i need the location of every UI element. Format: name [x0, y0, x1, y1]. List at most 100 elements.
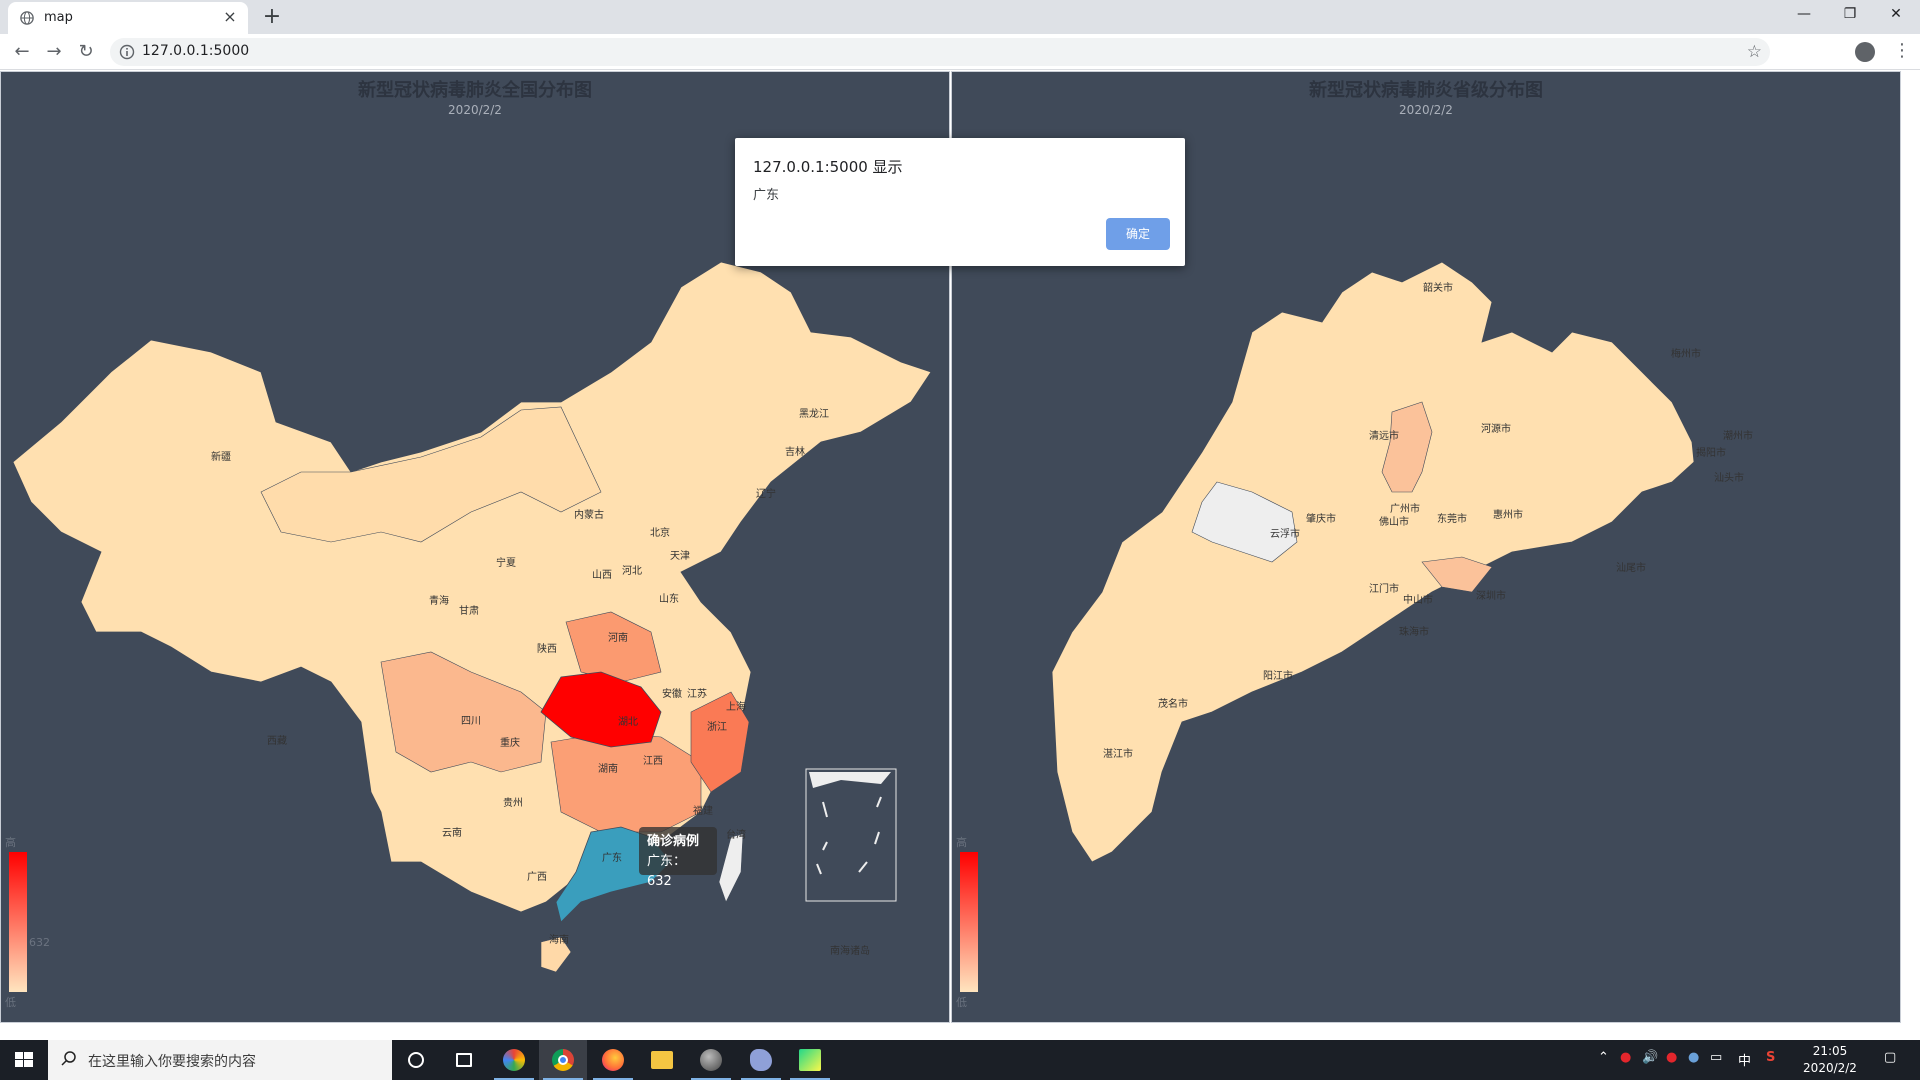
city-label: 梅州市	[1671, 347, 1701, 360]
firefox-icon[interactable]	[589, 1040, 637, 1080]
map-tooltip: 确诊病例 广东：632	[639, 827, 717, 889]
province-label: 甘肃	[459, 604, 479, 617]
province-label: 宁夏	[496, 556, 516, 569]
restore-button[interactable]: ❐	[1827, 0, 1873, 30]
city-label: 东莞市	[1437, 512, 1467, 525]
tab-close-icon[interactable]: ×	[220, 7, 240, 27]
inset-island	[822, 841, 828, 851]
tooltip-title: 确诊病例	[647, 834, 700, 849]
legend-high-label: 高	[5, 836, 16, 849]
tray-sogou-icon[interactable]: S	[1766, 1050, 1775, 1065]
map-region-base	[12, 261, 932, 913]
minimize-button[interactable]: —	[1781, 0, 1827, 30]
province-label: 贵州	[503, 796, 523, 809]
province-label: 陕西	[537, 642, 557, 655]
tray-netease-icon[interactable]: ●	[1620, 1050, 1631, 1065]
city-label: 中山市	[1403, 593, 1433, 606]
browser-tab[interactable]: map ×	[8, 2, 248, 34]
south-china-sea-inset	[805, 768, 897, 902]
city-label: 韶关市	[1423, 281, 1453, 294]
dialog-title: 127.0.0.1:5000 显示	[753, 158, 903, 176]
visual-map-legend[interactable]: 高 低 632	[3, 832, 50, 1012]
notification-icon[interactable]: ▢	[1884, 1050, 1896, 1065]
province-label: 南海诸岛	[830, 944, 870, 957]
city-label: 汕尾市	[1616, 561, 1646, 574]
app-sphere-icon[interactable]	[687, 1040, 735, 1080]
globe-icon	[20, 11, 34, 25]
tray-steam-icon[interactable]: ●	[1688, 1050, 1699, 1065]
province-label: 山西	[592, 569, 612, 581]
profile-avatar-icon[interactable]	[1855, 42, 1875, 62]
city-label: 肇庆市	[1306, 512, 1336, 525]
map-region-taiwan	[718, 833, 744, 903]
inset-island	[816, 863, 822, 875]
city-label: 惠州市	[1493, 508, 1523, 521]
app-pinwheel-icon[interactable]	[490, 1040, 538, 1080]
province-label: 山东	[659, 592, 679, 605]
tab-title: map	[44, 10, 73, 25]
search-icon	[61, 1051, 76, 1066]
city-label: 广州市	[1390, 502, 1420, 515]
browser-menu-icon[interactable]: ⋮	[1893, 40, 1911, 61]
back-button[interactable]: ←	[8, 38, 36, 66]
inset-coast	[809, 772, 891, 788]
windows-start-icon[interactable]	[0, 1040, 48, 1080]
tray-qq-icon[interactable]: ●	[1666, 1050, 1677, 1065]
address-bar[interactable]: 127.0.0.1:5000 ☆	[110, 38, 1770, 66]
task-view-icon[interactable]	[440, 1040, 488, 1080]
legend-high-label: 高	[956, 836, 967, 849]
inset-island	[822, 801, 828, 818]
alert-dialog: 127.0.0.1:5000 显示 广东 确定	[735, 138, 1185, 266]
info-icon[interactable]	[119, 44, 135, 60]
province-map-date: 2020/2/2	[1399, 103, 1453, 117]
province-label: 江西	[643, 755, 663, 767]
inset-island	[858, 861, 868, 873]
tray-expand-icon[interactable]: ⌃	[1598, 1050, 1609, 1065]
legend-low-label: 低	[956, 996, 967, 1009]
province-label: 浙江	[707, 721, 727, 733]
city-label: 江门市	[1369, 582, 1399, 595]
new-tab-button[interactable]: +	[258, 4, 286, 32]
city-label: 汕头市	[1714, 471, 1744, 484]
file-explorer-icon[interactable]	[638, 1040, 686, 1080]
province-label: 云南	[442, 826, 462, 839]
close-window-button[interactable]: ✕	[1873, 0, 1919, 30]
province-visual-map-legend[interactable]: 高 低	[954, 832, 984, 1012]
province-label: 江苏	[687, 687, 707, 700]
taskbar-clock[interactable]: 21:05 2020/2/2	[1787, 1043, 1873, 1077]
tray-volume-icon[interactable]: 🔊	[1642, 1050, 1658, 1065]
legend-gradient-bar[interactable]	[9, 852, 27, 992]
tray-ime-icon[interactable]: 中	[1738, 1050, 1751, 1069]
chrome-taskbar-icon[interactable]	[539, 1040, 587, 1080]
province-label: 内蒙古	[574, 508, 604, 521]
province-label: 台湾	[726, 828, 746, 841]
dialog-message: 广东	[753, 188, 780, 203]
inset-island	[876, 796, 882, 808]
tray-network-icon[interactable]: ▭	[1710, 1050, 1722, 1065]
city-label: 潮州市	[1723, 429, 1753, 442]
map-region-guangdong-base	[1051, 261, 1695, 863]
bookmark-star-icon[interactable]: ☆	[1747, 42, 1762, 62]
city-label: 茂名市	[1158, 697, 1188, 710]
tab-strip: map × + — ❐ ✕	[0, 0, 1920, 34]
province-label: 吉林	[785, 445, 805, 458]
inset-island	[874, 831, 880, 845]
province-label: 北京	[650, 526, 670, 539]
city-label: 湛江市	[1103, 747, 1133, 760]
reload-button[interactable]: ↻	[72, 38, 100, 66]
pycharm-icon[interactable]	[786, 1040, 834, 1080]
national-map-date: 2020/2/2	[448, 103, 502, 117]
tooltip-text: 广东：632	[647, 854, 687, 889]
city-label: 佛山市	[1379, 515, 1409, 528]
cortana-icon[interactable]	[392, 1040, 440, 1080]
city-label: 清远市	[1369, 429, 1399, 442]
city-label: 深圳市	[1476, 589, 1506, 602]
clock-time: 21:05	[1812, 1044, 1848, 1058]
ok-button[interactable]: 确定	[1106, 218, 1170, 250]
app-dolphin-icon[interactable]	[737, 1040, 785, 1080]
city-label: 河源市	[1481, 422, 1511, 435]
forward-button[interactable]: →	[40, 38, 68, 66]
taskbar-search-box[interactable]: 在这里输入你要搜索的内容	[48, 1040, 392, 1080]
legend-gradient-bar[interactable]	[960, 852, 978, 992]
taskbar: 在这里输入你要搜索的内容 ⌃ ● 🔊 ● ● ▭ 中 S 21:05 2020/…	[0, 1040, 1920, 1080]
